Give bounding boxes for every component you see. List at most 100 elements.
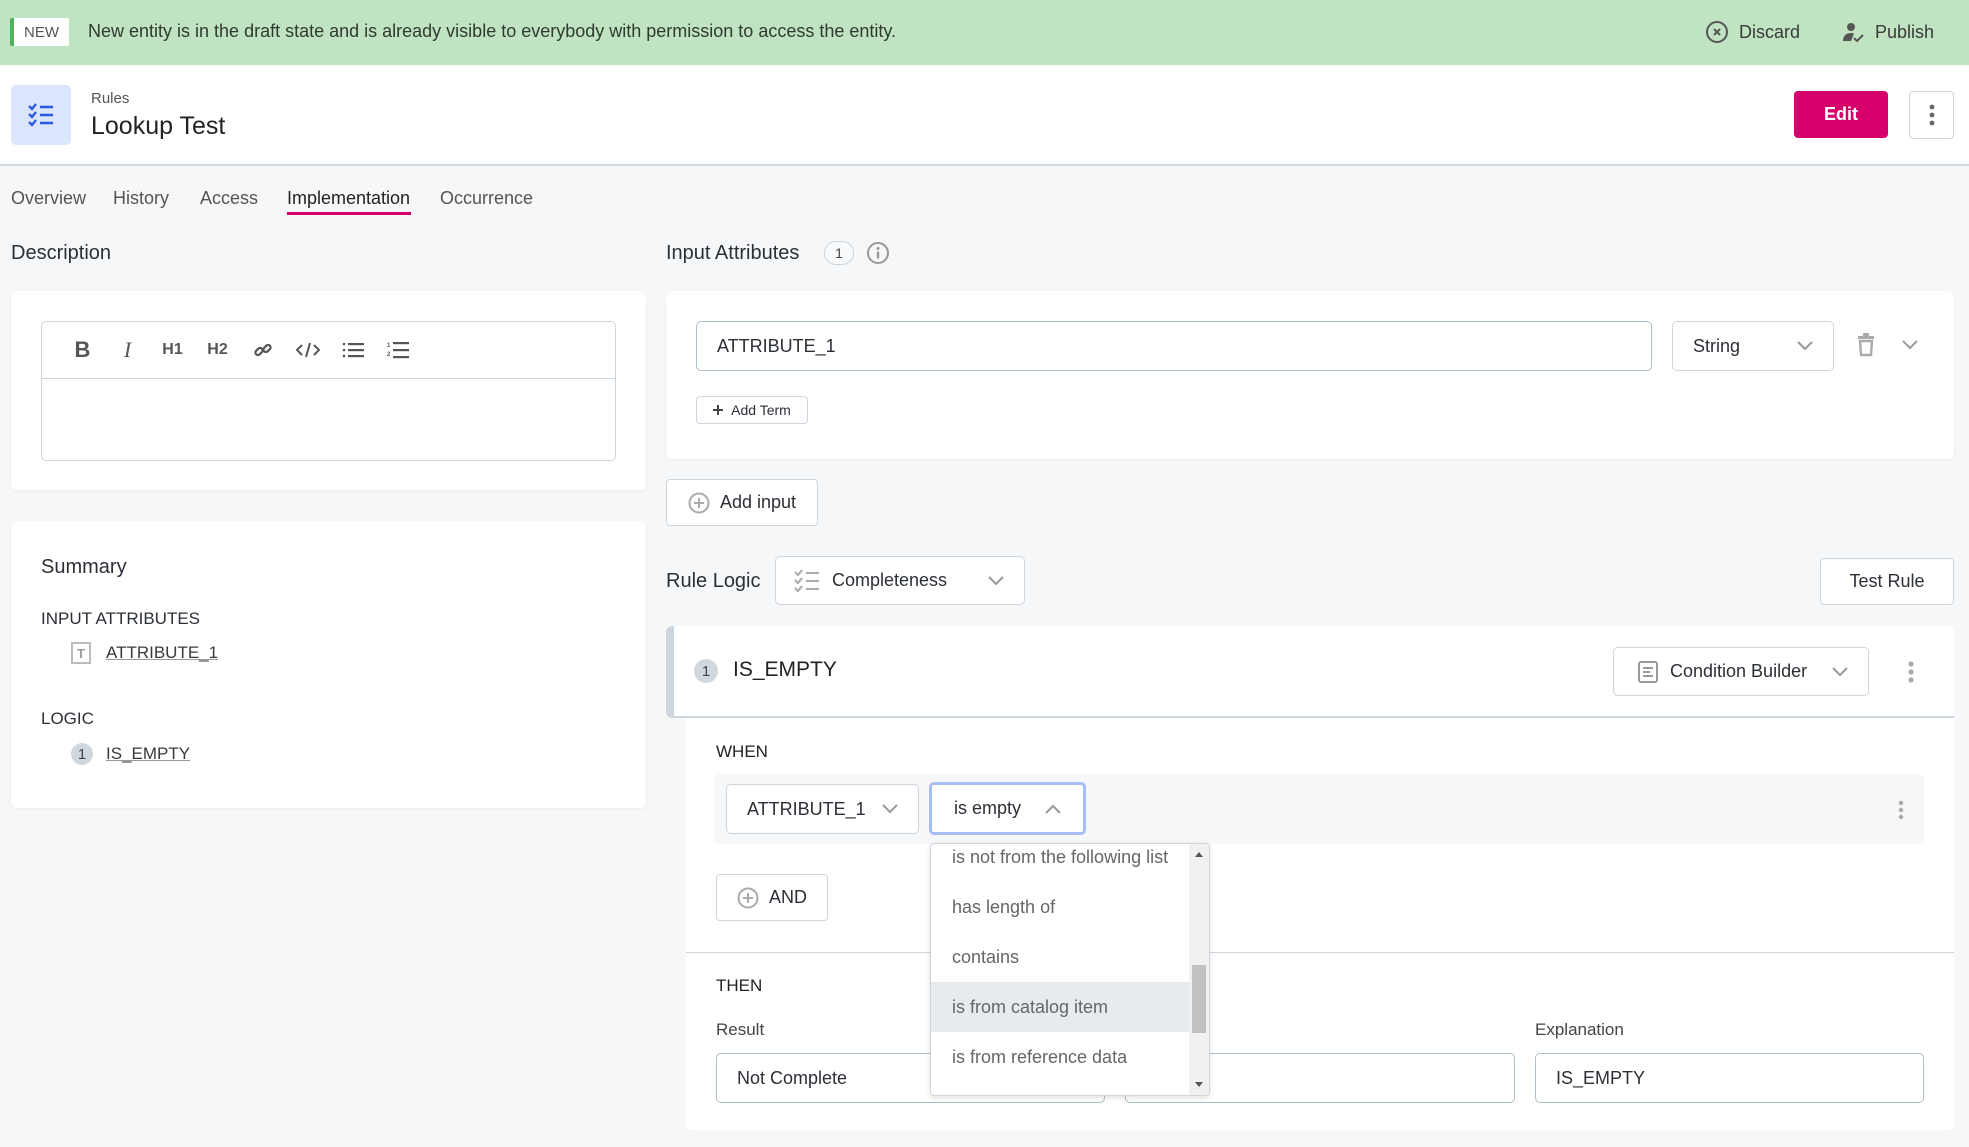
h2-button[interactable]: H2 [195, 335, 240, 365]
bullet-list-button[interactable] [330, 335, 375, 365]
more-options-button[interactable] [1909, 91, 1954, 139]
condition-number-badge: 1 [694, 659, 718, 683]
new-badge: NEW [10, 18, 69, 46]
checklist-icon [794, 568, 820, 593]
attribute-type-select[interactable]: String [1672, 321, 1834, 371]
when-then-divider [686, 952, 1954, 953]
description-editor: B I H1 H2 12 [41, 321, 616, 461]
and-button[interactable]: AND [716, 874, 828, 921]
breadcrumb[interactable]: Rules [91, 90, 129, 107]
plus-circle-icon [688, 492, 710, 514]
active-tab-indicator [287, 212, 411, 215]
condition-operator-value: is empty [954, 798, 1022, 818]
close-circle-icon [1705, 20, 1729, 44]
attribute-type-value: String [1693, 335, 1741, 356]
operator-option-highlighted[interactable]: is from catalog item [931, 982, 1190, 1032]
italic-icon: I [123, 337, 132, 362]
and-label: AND [768, 887, 807, 907]
scroll-thumb[interactable] [1192, 965, 1206, 1033]
summary-attribute-link[interactable]: ATTRIBUTE_1 [106, 643, 218, 663]
condition-builder-select[interactable]: Condition Builder [1613, 647, 1869, 696]
result-label: Result [716, 1020, 765, 1039]
document-icon [1638, 660, 1658, 683]
text-type-icon: T [71, 642, 91, 664]
add-input-button[interactable]: Add input [666, 479, 818, 526]
dropdown-scrollbar[interactable] [1189, 844, 1209, 1095]
add-input-label: Add input [719, 492, 797, 512]
page-header [0, 65, 1969, 166]
bold-button[interactable]: B [60, 335, 105, 365]
numbered-list-button[interactable]: 12 [375, 335, 420, 365]
when-label: WHEN [716, 742, 768, 761]
input-count-badge: 1 [824, 241, 854, 265]
page-title: Lookup Test [91, 112, 226, 140]
rule-logic-type-select[interactable]: Completeness [775, 556, 1025, 605]
heading1-icon: H1 [162, 341, 183, 358]
then-label: THEN [716, 976, 763, 995]
edit-button[interactable]: Edit [1794, 91, 1888, 138]
tab-overview[interactable]: Overview [11, 188, 86, 209]
rules-icon [11, 85, 71, 145]
input-attributes-card [666, 291, 1954, 459]
svg-text:1: 1 [387, 343, 391, 349]
test-rule-button[interactable]: Test Rule [1820, 558, 1954, 605]
operator-dropdown-list[interactable]: is not from the following list has lengt… [930, 843, 1210, 1096]
chevron-up-icon [1045, 804, 1061, 814]
add-term-button[interactable]: Add Term [696, 396, 808, 424]
banner-message: New entity is in the draft state and is … [88, 21, 897, 41]
logic-number-badge: 1 [71, 743, 93, 765]
add-term-label: Add Term [731, 402, 791, 418]
operator-option[interactable]: contains [931, 932, 1190, 982]
condition-attribute-value: ATTRIBUTE_1 [747, 798, 866, 819]
numbered-list-icon: 12 [387, 341, 409, 359]
attribute-name-input[interactable]: ATTRIBUTE_1 [696, 321, 1652, 371]
h1-button[interactable]: H1 [150, 335, 195, 365]
kebab-icon [1929, 104, 1935, 126]
code-icon [295, 342, 320, 358]
chevron-down-icon [988, 575, 1004, 586]
scroll-up-arrow-icon[interactable] [1195, 852, 1203, 857]
publish-label: Publish [1875, 21, 1935, 42]
operator-option[interactable]: has length of [931, 882, 1190, 932]
summary-logic-label: LOGIC [41, 709, 94, 728]
link-icon [253, 340, 273, 360]
tab-history[interactable]: History [113, 188, 169, 209]
plus-circle-icon [737, 887, 759, 909]
plus-icon [713, 405, 724, 415]
rule-logic-title: Rule Logic [666, 570, 761, 592]
explanation-label: Explanation [1535, 1020, 1624, 1039]
scroll-down-arrow-icon[interactable] [1195, 1082, 1203, 1087]
trash-icon[interactable] [1857, 333, 1875, 357]
publish-button[interactable]: Publish [1841, 20, 1934, 44]
description-title: Description [11, 242, 112, 264]
discard-button[interactable]: Discard [1705, 20, 1800, 44]
condition-name: IS_EMPTY [733, 658, 837, 681]
heading2-icon: H2 [207, 341, 228, 358]
expand-chevron-icon[interactable] [1902, 340, 1918, 350]
description-content[interactable] [42, 379, 615, 461]
user-check-icon [1841, 20, 1865, 44]
condition-attribute-select[interactable]: ATTRIBUTE_1 [726, 784, 919, 834]
bullet-list-icon [342, 342, 364, 358]
explanation-input[interactable]: IS_EMPTY [1535, 1053, 1924, 1103]
operator-option[interactable]: is not from the following list [931, 844, 1190, 882]
operator-option[interactable]: is from reference data [931, 1032, 1190, 1082]
tab-occurrence[interactable]: Occurrence [440, 188, 533, 209]
discard-label: Discard [1739, 21, 1801, 42]
code-button[interactable] [285, 335, 330, 365]
svg-text:2: 2 [387, 352, 391, 358]
when-row-menu-icon[interactable] [1898, 800, 1904, 820]
bold-icon: B [74, 337, 91, 362]
rule-logic-type-value: Completeness [832, 570, 948, 590]
tab-access[interactable]: Access [200, 188, 258, 209]
condition-operator-select[interactable]: is empty [929, 782, 1086, 835]
link-button[interactable] [240, 335, 285, 365]
condition-menu-icon[interactable] [1907, 661, 1915, 683]
italic-button[interactable]: I [105, 335, 150, 365]
chevron-down-icon [882, 804, 898, 814]
summary-logic-link[interactable]: IS_EMPTY [106, 744, 190, 764]
input-attributes-title: Input Attributes [666, 242, 800, 264]
summary-input-attributes-label: INPUT ATTRIBUTES [41, 609, 201, 628]
tab-implementation[interactable]: Implementation [287, 188, 410, 209]
info-icon[interactable] [866, 241, 890, 265]
